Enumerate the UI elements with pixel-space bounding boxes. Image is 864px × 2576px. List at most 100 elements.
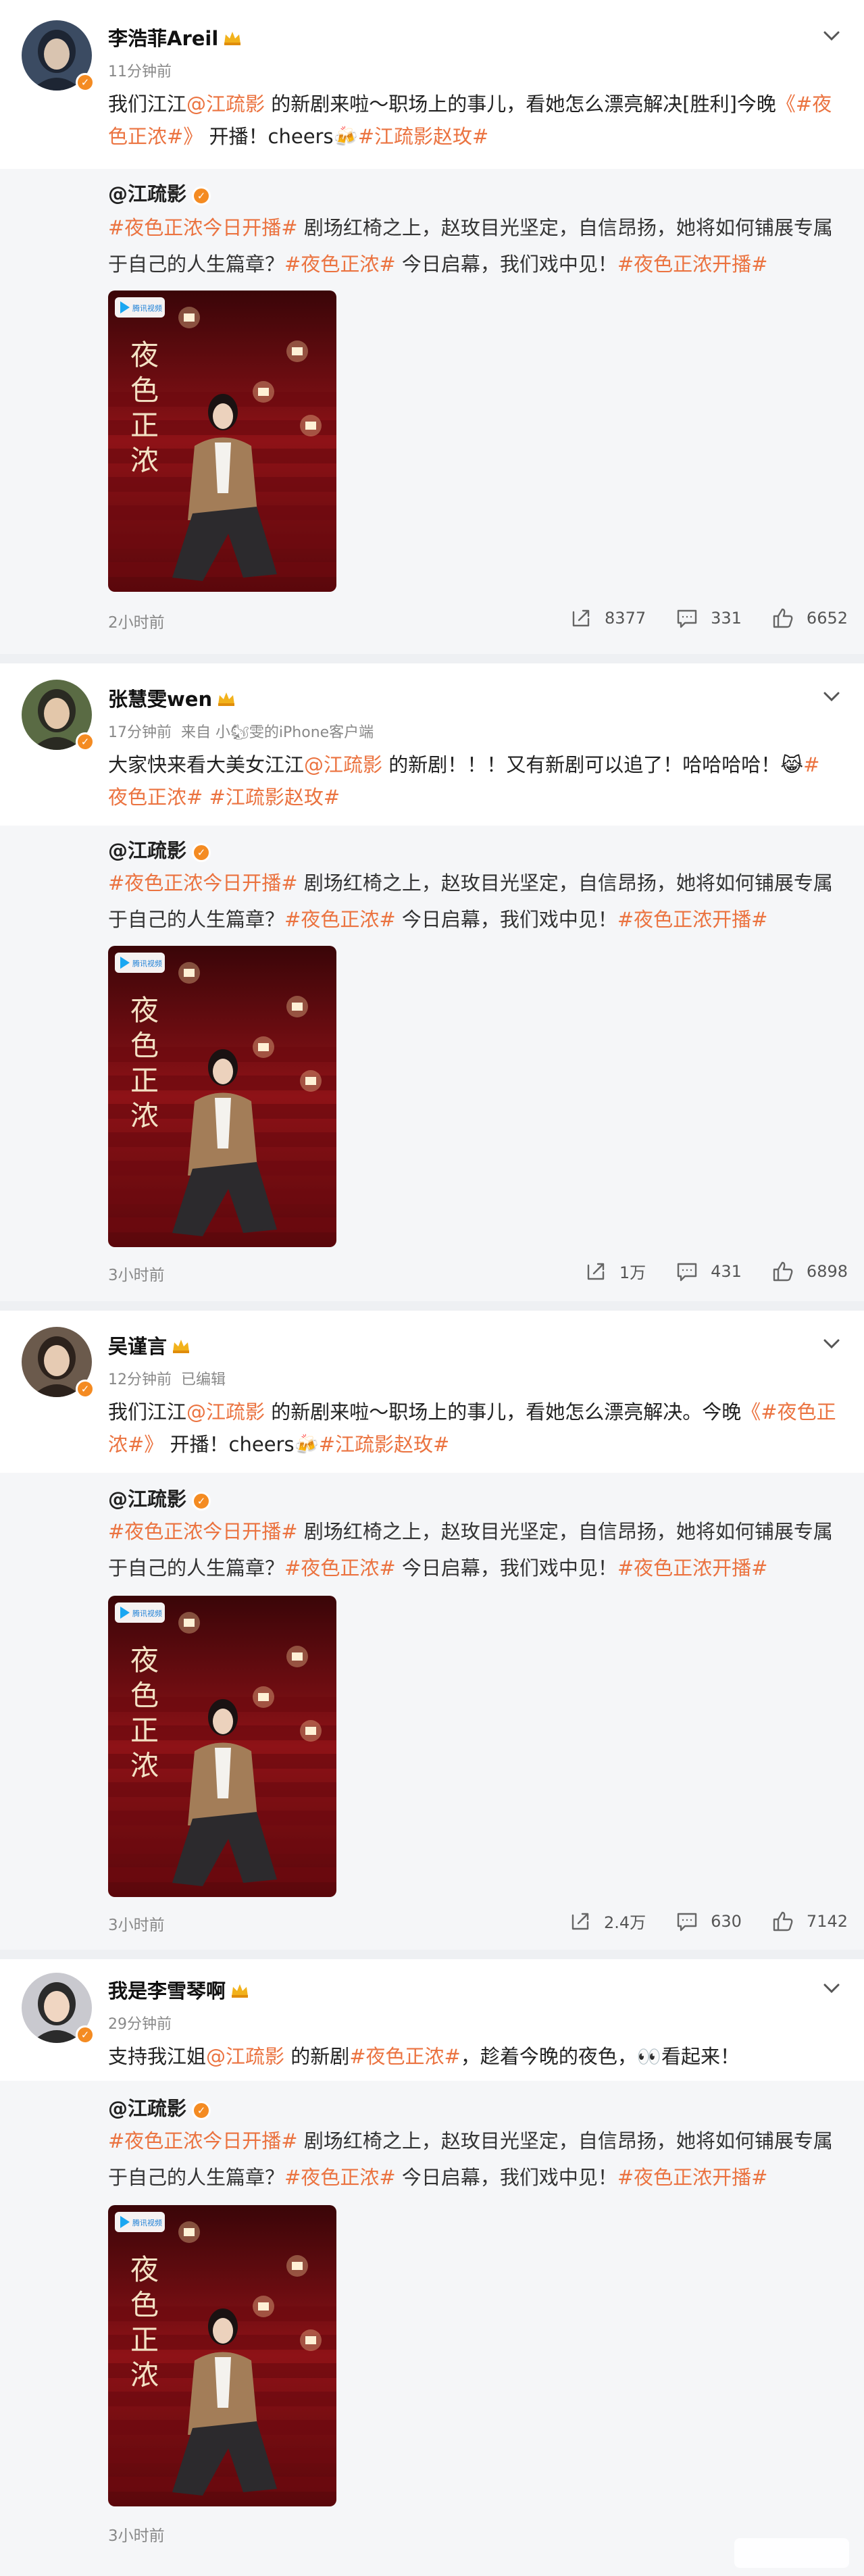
hashtag-link[interactable]: #夜色正浓开播# <box>617 2166 768 2189</box>
drama-poster-image[interactable]: 腾讯视频夜色正浓 <box>108 2205 336 2506</box>
vip-crown-icon <box>173 1340 190 1353</box>
retweet-time[interactable]: 2小时前 <box>108 609 165 632</box>
post-separator <box>0 1950 864 1959</box>
username-text[interactable]: 李浩菲Areil <box>108 27 218 50</box>
hashtag-link[interactable]: #夜色正浓# <box>284 253 396 276</box>
post-time[interactable]: 17分钟前 <box>108 724 172 741</box>
retweet-author[interactable]: @江疏影 ✓ <box>108 835 211 863</box>
text-segment: 我们江江 <box>108 93 187 116</box>
comment-icon <box>677 609 697 628</box>
comment-icon <box>677 1263 697 1281</box>
hashtag-link[interactable]: #夜色正浓# <box>284 2166 396 2189</box>
poster-logo-text: 腾讯视频 <box>132 1609 162 1618</box>
drama-poster-image[interactable]: 腾讯视频夜色正浓 <box>108 291 336 592</box>
post-text: 支持我江姐@江疏影 的新剧#夜色正浓#，趁着今晚的夜色，👀看起来！ <box>108 2040 838 2073</box>
hashtag-link[interactable]: #夜色正浓# <box>284 908 396 931</box>
text-segment: 大家快来看大美女江江 <box>108 753 305 776</box>
retweet-author[interactable]: @江疏影 ✓ <box>108 178 211 207</box>
retweet-author-name[interactable]: @江疏影 <box>108 839 186 862</box>
mention-link[interactable]: @江疏影 <box>186 1400 265 1423</box>
verified-badge-icon: ✓ <box>76 732 95 751</box>
drama-poster-image[interactable]: 腾讯视频夜色正浓 <box>108 1596 336 1897</box>
chevron-down-icon[interactable] <box>818 1335 845 1354</box>
text-segment: 今日启幕，我们戏中见！ <box>395 1557 617 1580</box>
text-segment: 我们江江 <box>108 1400 187 1423</box>
comment-button[interactable]: 630 <box>676 1910 742 1933</box>
like-button[interactable]: 6652 <box>771 607 848 630</box>
retweet-author[interactable]: @江疏影 ✓ <box>108 1484 211 1512</box>
hashtag-link[interactable]: #夜色正浓# <box>284 1557 396 1580</box>
retweet-time[interactable]: 3小时前 <box>108 2523 165 2546</box>
hashtag-link[interactable]: #夜色正浓今日开播# <box>108 872 298 894</box>
retweet-actions: 8377 331 6652 <box>540 607 848 630</box>
post-meta: 17分钟前 来自 小🐿雯的iPhone客户端 <box>108 720 374 742</box>
retweet-author-name[interactable]: @江疏影 <box>108 2097 186 2120</box>
retweet-author[interactable]: @江疏影 ✓ <box>108 2093 211 2121</box>
username-text[interactable]: 我是李雪琴啊 <box>108 1979 226 2002</box>
comment-icon <box>677 1913 697 1931</box>
drama-poster-image[interactable]: 腾讯视频夜色正浓 <box>108 946 336 1247</box>
repost-button[interactable]: 2.4万 <box>569 1909 646 1933</box>
hashtag-link[interactable]: #夜色正浓开播# <box>617 1557 768 1580</box>
repost-icon <box>587 1263 605 1280</box>
text-segment: 的新剧来啦～职场上的事儿，看她怎么漂亮解决。今晚 <box>265 1400 742 1423</box>
like-button[interactable]: 6898 <box>771 1260 848 1283</box>
poster-logo-text: 腾讯视频 <box>132 959 162 968</box>
text-segment: 今日启幕，我们戏中见！ <box>395 908 617 931</box>
post-time[interactable]: 29分钟前 <box>108 2016 172 2033</box>
retweet-author-name[interactable]: @江疏影 <box>108 182 186 205</box>
hashtag-link[interactable]: #夜色正浓开播# <box>617 908 768 931</box>
hashtag-link[interactable]: #江疏影赵玫# <box>358 125 489 148</box>
mention-link[interactable]: @江疏影 <box>186 93 265 116</box>
vip-crown-icon <box>232 1984 249 1998</box>
like-button[interactable]: 7142 <box>771 1910 848 1933</box>
comment-count: 331 <box>711 609 742 628</box>
hashtag-link[interactable]: #夜色正浓今日开播# <box>108 216 298 239</box>
username-text[interactable]: 吴谨言 <box>108 1335 167 1358</box>
username-text[interactable]: 张慧雯wen <box>108 688 212 711</box>
chevron-down-icon[interactable] <box>818 688 845 707</box>
meta-gap <box>172 1371 181 1388</box>
retweet-body: #夜色正浓今日开播# 剧场红椅之上，赵玫目光坚定，自信昂扬，她将如何铺展专属于自… <box>108 2123 844 2196</box>
retweet-actions: 2.4万 630 7142 <box>539 1909 848 1933</box>
username[interactable]: 李浩菲Areil <box>108 23 243 51</box>
post-time[interactable]: 12分钟前 <box>108 1371 172 1388</box>
verified-badge-icon: ✓ <box>192 2101 211 2120</box>
comment-button[interactable]: 331 <box>676 607 742 630</box>
verified-badge-icon: ✓ <box>192 186 211 205</box>
like-count: 7142 <box>806 1911 848 1931</box>
text-segment: 支持我江姐 <box>108 2045 207 2068</box>
repost-icon <box>572 609 590 627</box>
username[interactable]: 吴谨言 <box>108 1331 191 1359</box>
poster-title-char: 夜 <box>130 994 159 1027</box>
poster-title-char: 浓 <box>130 444 159 477</box>
retweet-author-name[interactable]: @江疏影 <box>108 1488 186 1511</box>
mention-link[interactable]: @江疏影 <box>206 2045 284 2068</box>
comment-button[interactable]: 431 <box>676 1260 742 1283</box>
post-separator <box>0 1301 864 1311</box>
hashtag-link[interactable]: #夜色正浓# <box>349 2045 461 2068</box>
text-segment: 今日启幕，我们戏中见！ <box>395 2166 617 2189</box>
hashtag-link[interactable]: #夜色正浓开播# <box>617 253 768 276</box>
hashtag-link[interactable]: #夜色正浓今日开播# <box>108 1520 298 1543</box>
repost-button[interactable]: 1万 <box>584 1259 646 1283</box>
verified-badge-icon: ✓ <box>76 73 95 92</box>
post-time[interactable]: 11分钟前 <box>108 64 172 80</box>
hashtag-link[interactable]: #夜色正浓今日开播# <box>108 2129 298 2152</box>
mention-link[interactable]: @江疏影 <box>304 753 382 776</box>
chevron-down-icon[interactable] <box>818 1979 845 1998</box>
like-icon <box>773 1911 793 1931</box>
poster-title-char: 夜 <box>130 1644 159 1677</box>
chevron-down-icon[interactable] <box>818 27 845 46</box>
username[interactable]: 我是李雪琴啊 <box>108 1975 250 2004</box>
username[interactable]: 张慧雯wen <box>108 684 236 712</box>
retweet-time[interactable]: 3小时前 <box>108 1912 165 1935</box>
post-meta: 29分钟前 <box>108 2012 172 2034</box>
hashtag-link[interactable]: #江疏影赵玫# <box>209 786 340 809</box>
hashtag-link[interactable]: #江疏影赵玫# <box>319 1433 450 1456</box>
retweet-time[interactable]: 3小时前 <box>108 1262 165 1285</box>
weibo-post: ✓ 我是李雪琴啊 29分钟前支持我江姐@江疏影 的新剧#夜色正浓#，趁着今晚的夜色，… <box>0 1959 864 2576</box>
poster-title-char: 夜 <box>130 338 159 372</box>
weibo-feed: ✓ 李浩菲Areil 11分钟前 我们江江@江疏影 的新剧来啦～职场上的事儿，看她怎么… <box>0 0 864 2576</box>
repost-button[interactable]: 8377 <box>569 607 646 630</box>
